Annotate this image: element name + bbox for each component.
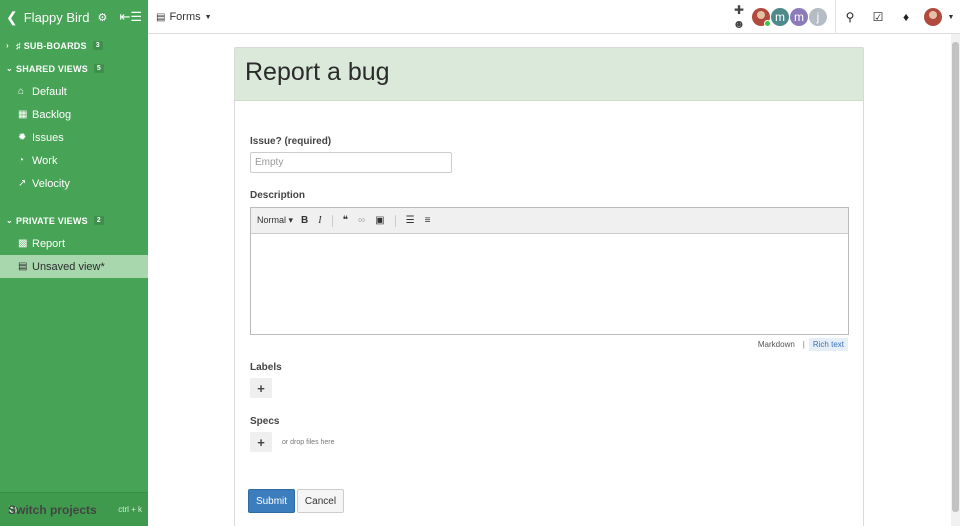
add-user-icon[interactable]: ✚☻ — [729, 3, 749, 31]
bold-icon[interactable]: B — [301, 215, 308, 226]
section-count: 2 — [93, 216, 104, 225]
sidebar-item-unsaved-view[interactable]: ▤ Unsaved view* — [0, 255, 148, 278]
sidebar-header: ❮ Flappy Bird ⚙ ⇤☰ — [0, 0, 148, 34]
bullet-list-icon[interactable]: ☰ — [406, 215, 415, 226]
drop-hint: or drop files here — [282, 439, 335, 446]
avatar-face — [929, 11, 937, 19]
markdown-mode-button[interactable]: Markdown — [754, 338, 799, 351]
editor-toolbar: Normal ▾ B I ❝ ∞ ▣ ☰ ≡ — [251, 208, 848, 234]
sidebar-item-label: Backlog — [32, 108, 72, 121]
editor-mode-switch: Markdown | Rich text — [754, 338, 848, 351]
submit-button[interactable]: Submit — [248, 489, 295, 513]
sidebar-item-label: Issues — [32, 131, 64, 144]
collapse-sidebar-icon[interactable]: ⇤☰ — [119, 9, 142, 25]
sidebar: ❮ Flappy Bird ⚙ ⇤☰ › ♯ SUB-BOARDS 3 ⌄ SH… — [0, 0, 148, 526]
avatar[interactable]: j — [809, 8, 827, 26]
sidebar-item-label: Work — [32, 154, 58, 167]
add-spec-button[interactable]: + — [250, 432, 272, 452]
section-label: SHARED VIEWS — [16, 63, 88, 74]
project-title[interactable]: Flappy Bird — [24, 10, 90, 25]
top-bar: ▤ Forms ▼ ✚☻ m m j ⚲ ☑ ♦ ▼ — [148, 0, 960, 34]
format-dropdown[interactable]: Normal ▾ — [257, 215, 293, 226]
format-label: Normal — [257, 215, 287, 225]
section-private-views[interactable]: ⌄ PRIVATE VIEWS 2 — [0, 209, 148, 232]
inbox-icon: ▤ — [156, 11, 166, 23]
chevron-right-icon: › — [6, 41, 9, 50]
checkbox-icon[interactable]: ☑ — [864, 10, 892, 24]
user-avatar[interactable] — [924, 8, 942, 26]
issue-input[interactable] — [250, 152, 452, 173]
labels-label: Labels — [250, 362, 282, 373]
image-icon[interactable]: ▣ — [375, 215, 384, 226]
member-avatars: m m j — [751, 8, 827, 27]
avatar[interactable] — [752, 8, 771, 27]
sidebar-item-issues[interactable]: ✹ Issues — [0, 126, 148, 149]
caret-down-icon: ▼ — [204, 13, 212, 21]
vertical-scrollbar[interactable] — [951, 34, 960, 526]
section-label: PRIVATE VIEWS — [16, 215, 88, 226]
sidebar-item-label: Default — [32, 85, 67, 98]
grid-icon: ▦ — [18, 109, 28, 120]
search-icon[interactable]: ⚲ — [836, 10, 864, 24]
link-icon[interactable]: ∞ — [358, 215, 365, 226]
issue-label: Issue? (required) — [250, 136, 332, 147]
sidebar-item-label: Velocity — [32, 177, 70, 190]
add-label-button[interactable]: + — [250, 378, 272, 398]
chevron-down-icon: ⌄ — [6, 216, 13, 225]
form-panel: Report a bug Issue? (required) Descripti… — [234, 47, 864, 526]
description-editor[interactable]: Normal ▾ B I ❝ ∞ ▣ ☰ ≡ — [250, 207, 849, 335]
toolbar-divider — [394, 214, 396, 227]
line-chart-icon: ↗ — [18, 178, 27, 189]
home-icon: ⌂ — [18, 86, 25, 97]
section-count: 5 — [93, 64, 105, 73]
scrollbar-thumb[interactable] — [952, 42, 959, 512]
cancel-button[interactable]: Cancel — [297, 489, 344, 513]
sidebar-item-report[interactable]: ▩ Report — [0, 232, 148, 255]
section-count: 3 — [92, 41, 103, 50]
avatar[interactable]: m — [771, 8, 789, 26]
italic-icon[interactable]: I — [318, 215, 321, 226]
gear-icon[interactable]: ⚙ — [97, 11, 107, 24]
sidebar-item-backlog[interactable]: ▦ Backlog — [0, 103, 148, 126]
description-label: Description — [250, 190, 306, 201]
sidebar-item-velocity[interactable]: ↗ Velocity — [0, 172, 148, 195]
bar-chart-icon: ▩ — [18, 238, 28, 249]
form-header: Report a bug — [235, 48, 863, 101]
sidebar-item-work[interactable]: ◔ Work — [0, 149, 148, 172]
section-sub-boards[interactable]: › ♯ SUB-BOARDS 3 — [0, 34, 148, 57]
rich-text-mode-button[interactable]: Rich text — [808, 338, 848, 351]
mode-separator: | — [802, 340, 805, 349]
chevron-down-icon: ⌄ — [6, 64, 13, 73]
numbered-list-icon[interactable]: ≡ — [425, 215, 431, 226]
toolbar-divider — [331, 214, 333, 227]
inbox-icon: ▤ — [18, 261, 28, 272]
sitemap-icon: ♯ — [16, 40, 21, 51]
switch-projects-label: Switch projects — [8, 502, 97, 517]
quote-icon[interactable]: ❝ — [343, 215, 348, 226]
bug-icon: ✹ — [18, 132, 27, 143]
bell-icon[interactable]: ♦ — [892, 10, 920, 24]
sidebar-item-label: Unsaved view* — [32, 260, 105, 273]
sidebar-item-label: Report — [32, 237, 66, 250]
section-shared-views[interactable]: ⌄ SHARED VIEWS 5 — [0, 57, 148, 80]
page-title: Report a bug — [245, 58, 390, 86]
breadcrumb-label: Forms — [169, 11, 201, 23]
specs-label: Specs — [250, 416, 280, 427]
avatar[interactable]: m — [790, 8, 808, 26]
dashboard-icon: ◔ — [18, 155, 25, 166]
breadcrumb[interactable]: ▤ Forms ▼ — [156, 0, 212, 34]
caret-down-icon[interactable]: ▼ — [942, 14, 960, 21]
sidebar-item-default[interactable]: ⌂ Default — [0, 80, 148, 103]
top-right-controls: ✚☻ m m j ⚲ ☑ ♦ ▼ — [729, 0, 960, 34]
switch-projects-button[interactable]: ↻ Switch projects ctrl + k — [0, 492, 148, 526]
avatar-face — [757, 11, 765, 19]
top-icon-group: ⚲ ☑ ♦ ▼ — [835, 0, 960, 34]
online-indicator — [764, 20, 771, 27]
back-chevron-icon[interactable]: ❮ — [6, 9, 18, 26]
section-label: SUB-BOARDS — [23, 40, 87, 51]
keyboard-shortcut: ctrl + k — [118, 505, 142, 514]
